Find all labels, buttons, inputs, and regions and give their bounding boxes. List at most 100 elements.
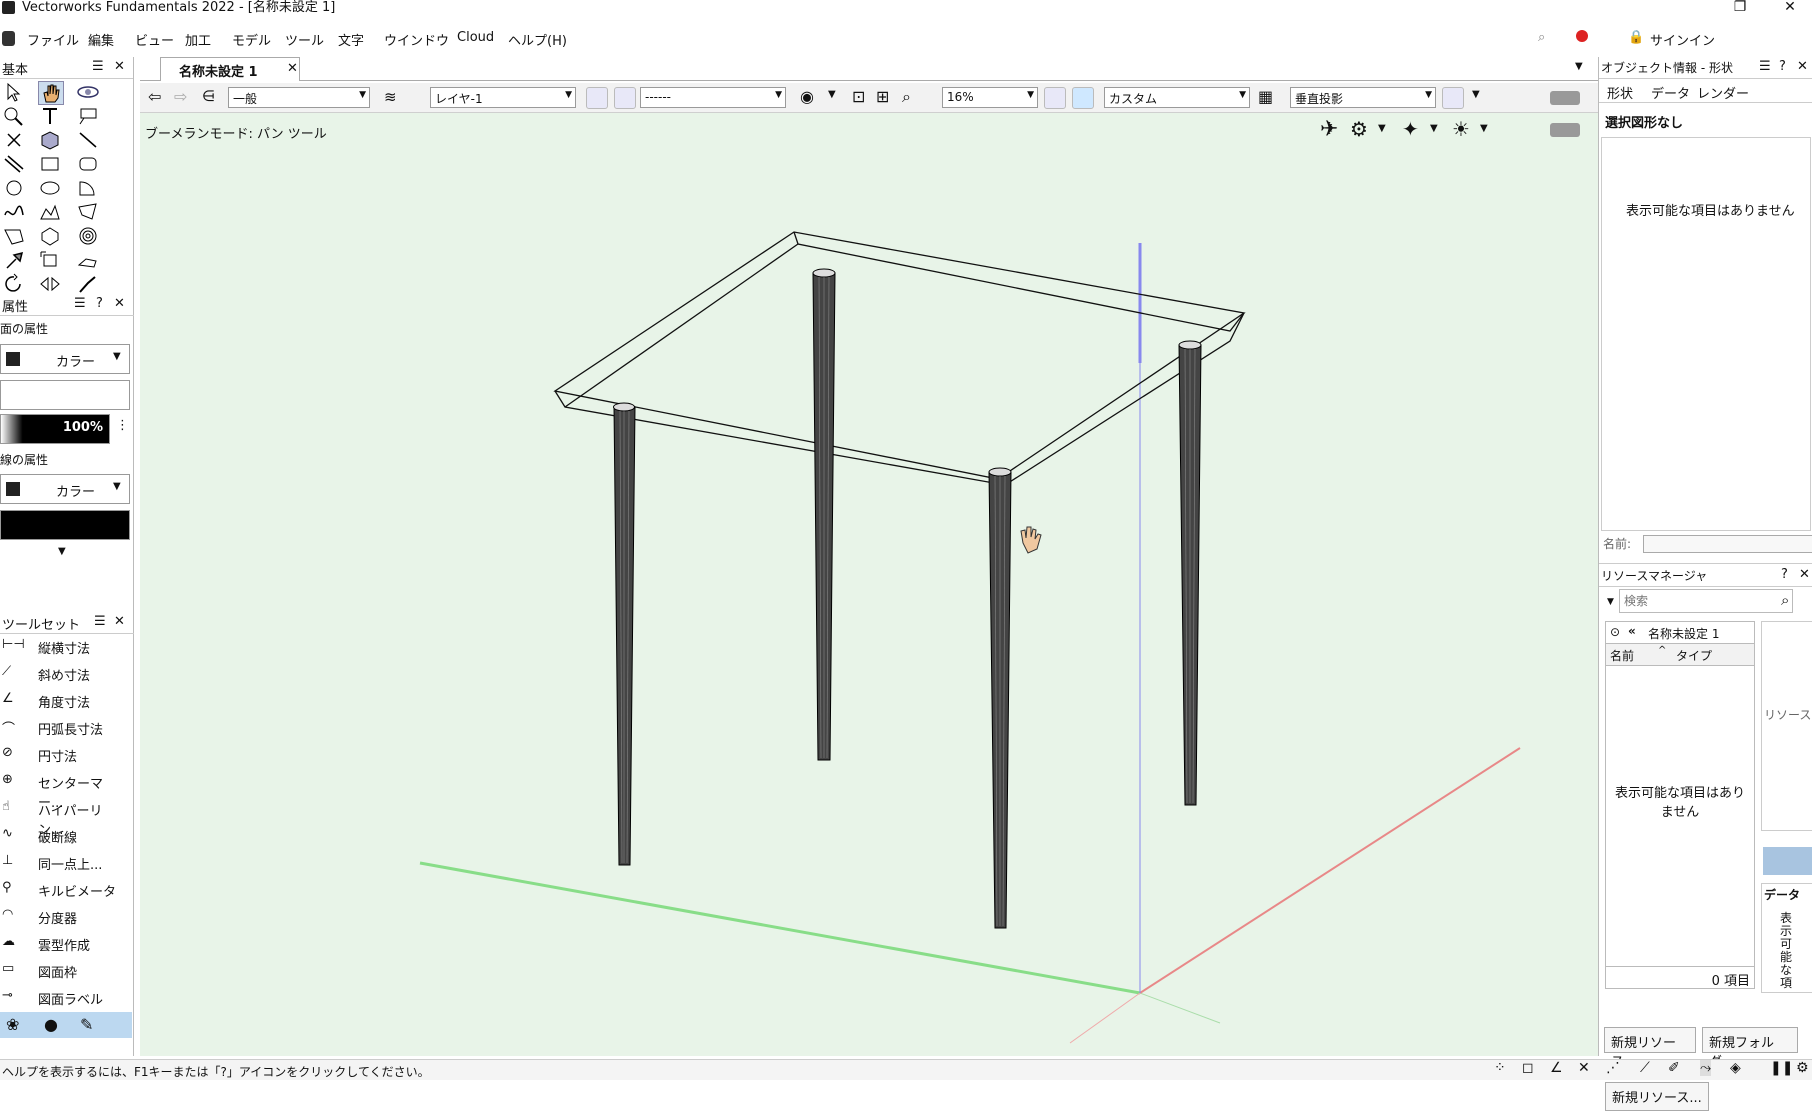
help-icon[interactable]: ?	[1781, 567, 1788, 582]
palette-menu-icon[interactable]: ☰	[94, 614, 106, 629]
menu-file[interactable]: ファイル	[27, 30, 79, 49]
new-folder-button[interactable]: 新規フォルダ...	[1702, 1027, 1798, 1070]
double-line-tool-icon[interactable]	[2, 153, 28, 177]
expand-attributes-icon[interactable]: ▼	[58, 546, 66, 557]
text-tool-icon[interactable]	[38, 105, 64, 129]
snap-grid-icon[interactable]: ⁘	[1494, 1060, 1506, 1076]
opacity-control[interactable]: 100%	[0, 414, 110, 444]
menu-help[interactable]: ヘルプ(H)	[508, 30, 567, 49]
new-resource-button[interactable]: 新規リソース...	[1605, 1082, 1709, 1111]
toolset-item[interactable]: ⊢⊣ 縦横寸法	[0, 634, 118, 660]
toolset-item[interactable]: ∠ 角度寸法	[0, 688, 118, 714]
working-plane-icon[interactable]	[1044, 87, 1066, 109]
oval-tool-icon[interactable]	[38, 177, 64, 201]
resource-file-row[interactable]: ⊙ « 名称未設定 1	[1606, 622, 1754, 644]
forward-arrow-icon[interactable]: ⇨	[174, 87, 187, 106]
zoom-dropdown[interactable]: 16% ▼	[942, 87, 1038, 108]
pencil-toolset-icon[interactable]: ✎	[80, 1015, 93, 1034]
light-toolset-icon[interactable]: ●	[44, 1015, 58, 1034]
drawing-canvas[interactable]: ブーメランモード: パン ツール ✈ ⚙ ▼ ✦ ▼ ☀ ▼	[140, 113, 1598, 1056]
zoom-tool-icon[interactable]	[2, 105, 28, 129]
palette-close-icon[interactable]: ✕	[1799, 567, 1810, 582]
new-resource-button-2[interactable]: 新規リソース...	[1604, 1027, 1696, 1070]
signin-link[interactable]: サインイン	[1650, 30, 1715, 49]
tab-data[interactable]: データ	[1651, 83, 1690, 102]
fill-color-dropdown[interactable]: カラー ▼	[0, 344, 130, 374]
column-name[interactable]: 名前	[1610, 647, 1634, 664]
menu-view[interactable]: ビュー	[135, 30, 174, 49]
arc-tool-icon[interactable]	[76, 177, 102, 201]
tab-shape[interactable]: 形状	[1607, 83, 1633, 102]
line-preview[interactable]	[0, 510, 130, 540]
locus-tool-icon[interactable]	[2, 129, 28, 153]
3d-view-icon[interactable]	[1072, 87, 1094, 109]
app-menu-icon[interactable]	[2, 31, 15, 46]
close-tab-icon[interactable]: ✕	[287, 61, 298, 76]
menu-tools[interactable]: ツール	[285, 30, 324, 49]
toolset-item[interactable]: ⚲ キルビメータ	[0, 877, 118, 903]
class-dropdown[interactable]: 一般 ▼	[228, 87, 370, 108]
toolset-item[interactable]: ▭ 図面枠	[0, 958, 118, 984]
line-color-dropdown[interactable]: カラー ▼	[0, 474, 130, 504]
rounded-rectangle-tool-icon[interactable]	[76, 153, 102, 177]
back-arrow-icon[interactable]: ⇦	[148, 87, 161, 106]
eyedropper-tool-icon[interactable]	[2, 249, 28, 273]
palette-close-icon[interactable]: ✕	[1797, 59, 1808, 74]
spiral-shape-tool-icon[interactable]	[2, 225, 28, 249]
menu-text[interactable]: 文字	[338, 30, 364, 49]
projection-dropdown[interactable]: 垂直投影 ▼	[1290, 87, 1436, 108]
column-type[interactable]: タイプ	[1676, 647, 1712, 664]
palette-close-icon[interactable]: ✕	[114, 296, 125, 311]
palette-close-icon[interactable]: ✕	[114, 59, 125, 74]
toolset-item[interactable]: ☝ ハイパーリン...	[0, 796, 118, 838]
line-style-dropdown[interactable]: ------ ▼	[640, 87, 786, 108]
polyline-tool-icon[interactable]	[38, 201, 64, 225]
help-icon[interactable]: ?	[96, 296, 103, 311]
close-window-button[interactable]: ✕	[1770, 0, 1810, 16]
snap-angle-icon[interactable]: ∠	[1550, 1060, 1563, 1076]
toolset-item[interactable]: ☁ 雲型作成	[0, 931, 118, 957]
visibility-icon[interactable]: ◉	[800, 87, 814, 106]
pan-tool-icon[interactable]	[38, 81, 64, 105]
rectangle-tool-icon[interactable]	[38, 153, 64, 177]
toolset-item[interactable]: ⟋ 斜め寸法	[0, 661, 118, 687]
snap-point-icon[interactable]: ✐	[1668, 1060, 1680, 1076]
spiral-tool-icon[interactable]	[76, 225, 102, 249]
collapse-icon[interactable]: «	[1628, 624, 1636, 638]
class-options-icon[interactable]	[614, 87, 636, 109]
gear-icon[interactable]: ⚙	[1796, 1060, 1809, 1076]
line-tool-icon[interactable]	[76, 129, 102, 153]
menu-edit[interactable]: 編集	[88, 30, 114, 49]
menu-model[interactable]: モデル	[232, 30, 271, 49]
palette-menu-icon[interactable]: ☰	[74, 296, 86, 311]
resource-search-input[interactable]	[1619, 589, 1793, 613]
pause-icon[interactable]: ❚❚	[1770, 1060, 1793, 1076]
3d-box-tool-icon[interactable]	[38, 129, 64, 153]
tab-render[interactable]: レンダー	[1697, 83, 1749, 102]
toolset-item[interactable]: ∿ 破断線	[0, 823, 118, 849]
menu-cloud[interactable]: Cloud	[457, 30, 494, 45]
layer-options-icon[interactable]	[586, 87, 608, 109]
snap-working-plane-icon[interactable]: ⤳	[1700, 1060, 1712, 1076]
document-tab[interactable]: 名称未設定 1 ✕	[160, 57, 300, 81]
chevron-down-icon[interactable]: ▼	[1472, 89, 1480, 100]
snap-intersection-icon[interactable]: ✕	[1578, 1060, 1590, 1076]
restore-window-button[interactable]: ❐	[1720, 0, 1760, 16]
palette-menu-icon[interactable]: ☰	[1759, 59, 1771, 74]
snap-tangent-icon[interactable]: ⟋	[1640, 1060, 1650, 1076]
polygon-tool-icon[interactable]	[76, 201, 102, 225]
toolset-item[interactable]: ⊘ 円寸法	[0, 742, 118, 768]
more-options-icon[interactable]: ⋮	[116, 418, 129, 433]
menu-window[interactable]: ウインドウ	[384, 30, 449, 49]
fit-to-page-icon[interactable]: ⊞	[876, 87, 889, 106]
expand-view-bar-icon[interactable]	[1550, 91, 1580, 105]
fill-preview[interactable]	[0, 380, 130, 410]
chevron-down-icon[interactable]: ▼	[828, 89, 836, 100]
snap-object-icon[interactable]: ◻	[1522, 1060, 1534, 1076]
snap-distance-icon[interactable]: ⋰	[1606, 1060, 1620, 1076]
toolset-item[interactable]: ⊸ 図面ラベル	[0, 985, 118, 1011]
regular-polygon-tool-icon[interactable]	[38, 225, 64, 249]
search-options-chevron-icon[interactable]: ▼	[1607, 597, 1614, 607]
name-field[interactable]	[1643, 535, 1812, 553]
render-mode-icon[interactable]	[1442, 87, 1464, 109]
